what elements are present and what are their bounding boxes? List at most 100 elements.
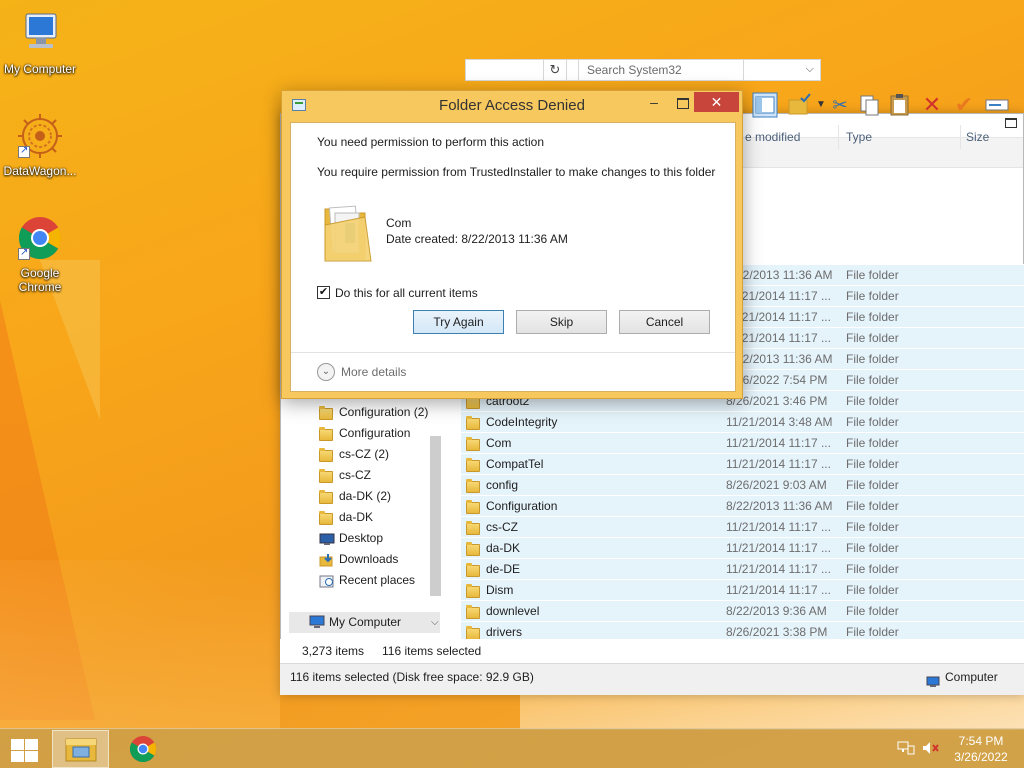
skip-button[interactable]: Skip [516,310,607,334]
start-button[interactable] [9,737,39,763]
copy-icon[interactable] [857,92,883,118]
file-type: File folder [846,289,899,303]
expand-chevron-icon[interactable]: ⌄ [317,363,335,381]
file-type: File folder [846,499,899,513]
paste-icon[interactable] [887,92,913,118]
column-separator[interactable] [838,125,839,149]
file-name: da-DK [486,541,521,555]
folder-access-denied-dialog[interactable]: Folder Access Denied – ✕ You need permis… [281,90,743,399]
delete-icon[interactable]: ✕ [919,92,945,118]
maximize-icon[interactable] [1005,118,1017,128]
nav-item-label: My Computer [329,615,402,629]
checkmark-icon[interactable]: ✔ [951,92,977,118]
search-input[interactable]: Search System32 [578,59,744,81]
nav-item[interactable]: da-DK [289,507,449,528]
item-name: Com [386,216,412,230]
minimize-icon: – [650,94,658,110]
computer-icon [16,10,64,58]
apply-to-all-label[interactable]: Do this for all current items [335,286,478,301]
status-bar: 116 items selected (Disk free space: 92.… [280,663,1024,695]
file-date: 11/21/2014 3:48 AM [726,415,833,429]
file-row[interactable]: Configuration 8/22/2013 11:36 AM File fold… [461,495,1024,516]
nav-item[interactable]: Downloads [289,549,449,570]
file-row[interactable]: Dism 11/21/2014 11:17 ... File folder [461,579,1024,600]
file-row[interactable]: downlevel 8/22/2013 9:36 AM File folder [461,600,1024,621]
computer-icon [926,671,940,697]
file-row[interactable]: config 8/26/2021 9:03 AM File folder [461,474,1024,495]
file-date: 8/22/2013 9:36 AM [726,604,827,618]
cancel-button[interactable]: Cancel [619,310,710,334]
desktop-icon-my-computer[interactable]: My Computer [0,10,80,76]
nav-item[interactable]: Configuration (2) [289,402,449,423]
close-button[interactable]: ✕ [694,92,739,112]
nav-item[interactable]: Configuration [289,423,449,444]
clock-date: 3/26/2022 [954,750,1008,764]
column-header-date[interactable]: e modified [745,125,800,149]
file-explorer-icon [65,738,97,762]
nav-item-label: Desktop [339,531,384,545]
file-name: CompatTel [486,457,544,471]
chevron-down-icon[interactable]: ⌵ [806,63,814,76]
nav-item[interactable]: cs-CZ [289,465,449,486]
taskbar-clock[interactable]: 7:54 PM 3/26/2022 [948,733,1014,765]
column-header-type[interactable]: Type [846,125,872,149]
file-row[interactable]: CodeIntegrity 11/21/2014 3:48 AM File fold… [461,411,1024,432]
file-type: File folder [846,268,899,282]
file-row[interactable]: Com 11/21/2014 11:17 ... File folder [461,432,1024,453]
nav-item-my-computer[interactable]: My Computer ⌵ [289,612,440,633]
column-header-size[interactable]: Size [966,125,989,149]
taskbar: 7:54 PM 3/26/2022 [0,728,1024,768]
file-row[interactable]: CompatTel 11/21/2014 11:17 ... File folder [461,453,1024,474]
cut-icon[interactable]: ✂ [827,92,853,118]
volume-muted-icon[interactable] [922,741,940,755]
desktop-icon-google-chrome[interactable]: Google Chrome [0,214,80,294]
apply-to-all-checkbox[interactable]: ✔ [317,286,330,299]
file-type: File folder [846,541,899,555]
file-row[interactable]: drivers 8/26/2021 3:38 PM File folder [461,621,1024,639]
file-date: 11/21/2014 11:17 ... [726,436,831,450]
selection-info-row: 3,273 items 116 items selected [280,639,1024,663]
refresh-button[interactable]: ↻ [543,59,567,81]
item-date-created: Date created: 8/22/2013 11:36 AM [386,232,568,246]
file-type: File folder [846,562,899,576]
rename-icon[interactable] [983,92,1009,118]
nav-scrollbar[interactable] [430,436,441,596]
nav-item[interactable]: Recent places [289,570,449,591]
file-type: File folder [846,394,899,408]
wallpaper-shape [0,300,95,720]
file-row[interactable]: da-DK 11/21/2014 11:17 ... File folder [461,537,1024,558]
clock-time: 7:54 PM [958,734,1004,748]
desktop-icon-label: Google Chrome [18,266,62,294]
status-location: Computer [945,670,998,684]
file-type: File folder [846,520,899,534]
shortcut-arrow-icon [18,144,30,158]
desktop-icon-datawagon[interactable]: DataWagon... [0,112,80,178]
file-date: 8/26/2021 3:38 PM [726,625,828,639]
item-count: 3,273 items [302,644,365,658]
nav-item[interactable]: Desktop [289,528,449,549]
chrome-icon [129,736,157,763]
file-name: downlevel [486,604,540,618]
desktop-icon-label: DataWagon... [3,164,77,178]
try-again-button[interactable]: Try Again [413,310,504,334]
file-row[interactable]: de-DE 11/21/2014 11:17 ... File folder [461,558,1024,579]
minimize-button[interactable]: – [641,95,667,113]
divider [291,352,735,353]
chevron-down-icon[interactable]: ⌵ [431,612,439,633]
file-row[interactable]: cs-CZ 11/21/2014 11:17 ... File folder [461,516,1024,537]
folder-icon [321,199,372,262]
column-separator[interactable] [960,125,961,149]
maximize-button[interactable] [669,95,695,113]
more-details-link[interactable]: More details [341,365,406,380]
details-view-button[interactable] [752,92,778,118]
taskbar-chrome-button[interactable] [127,734,159,764]
file-type: File folder [846,478,899,492]
file-name: Com [486,436,512,450]
nav-item[interactable]: cs-CZ (2) [289,444,449,465]
file-date: 11/21/2014 11:17 ... [726,583,831,597]
nav-item[interactable]: da-DK (2) [289,486,449,507]
taskbar-file-explorer-button[interactable] [52,730,109,768]
network-icon[interactable] [897,741,915,755]
dialog-message: You require permission from TrustedInsta… [317,165,716,179]
computer-icon [309,615,325,636]
